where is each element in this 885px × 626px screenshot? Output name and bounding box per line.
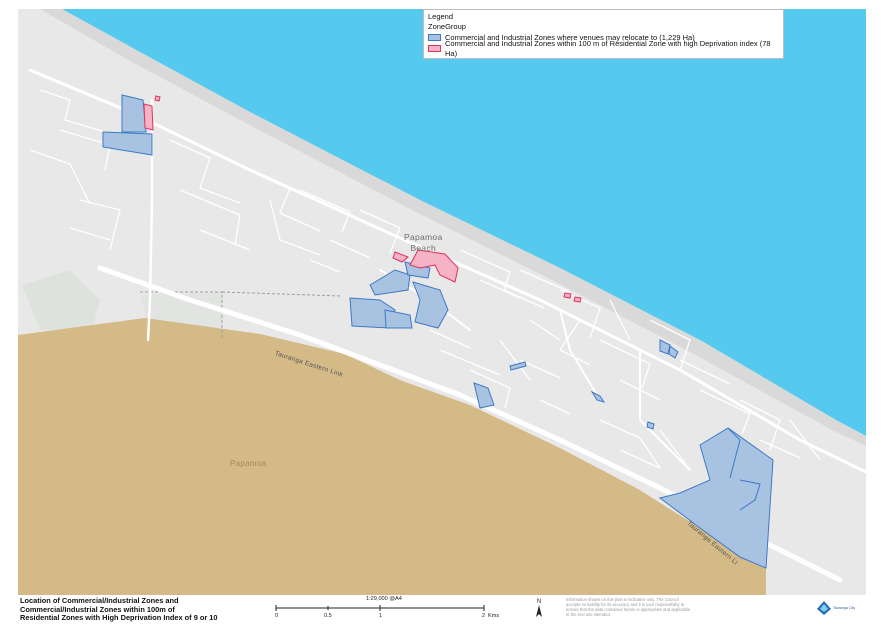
place-label-papamoa-beach: Papamoa Beach (404, 232, 443, 254)
title-line: Residential Zones with High Deprivation … (20, 613, 218, 623)
map-canvas[interactable] (0, 0, 885, 596)
scale-graphic (275, 605, 485, 611)
scale-bar: 1:29,000 @A4 0 0.5 1 2 Kms (270, 596, 510, 622)
logo-text: Tauranga City (833, 606, 856, 610)
disclaimer-text: Information shown on this plan is indica… (566, 597, 691, 617)
legend-swatch-blue (428, 34, 441, 41)
legend-title: Legend (428, 12, 454, 21)
place-label-papamoa: Papamoa (230, 459, 267, 468)
north-arrow: N (534, 599, 544, 619)
legend-item: Commercial and Industrial Zones within 1… (428, 39, 779, 58)
north-arrow-icon (536, 605, 542, 617)
map-legend: Legend ZoneGroup Commercial and Industri… (423, 9, 784, 59)
legend-item-label: Commercial and Industrial Zones within 1… (445, 38, 771, 58)
legend-swatch-pink (428, 45, 441, 52)
scale-unit: Kms (488, 613, 500, 619)
council-logo-icon (817, 601, 831, 615)
scale-tick-label: 0.5 (324, 613, 332, 619)
scale-tick-label: 2 (482, 613, 486, 619)
place-label-line: Beach (410, 243, 437, 253)
legend-group: ZoneGroup (428, 22, 466, 31)
place-label-line: Papamoa (404, 232, 443, 242)
scale-tick-label: 1 (379, 613, 383, 619)
scale-tick-label: 0 (275, 613, 279, 619)
map-title: Location of Commercial/Industrial Zones … (20, 596, 218, 623)
